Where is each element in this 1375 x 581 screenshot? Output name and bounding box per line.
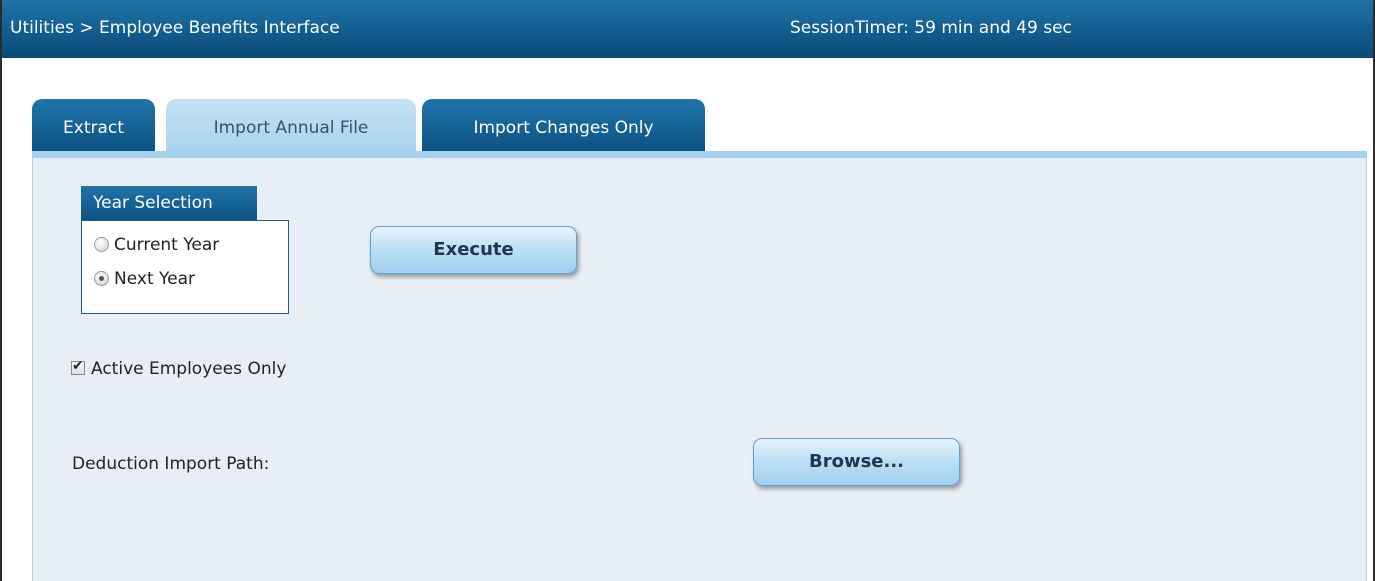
radio-next-year-label: Next Year xyxy=(114,269,195,289)
browse-button[interactable]: Browse... xyxy=(753,438,960,486)
breadcrumb: Utilities > Employee Benefits Interface xyxy=(10,18,340,38)
tab-content-panel: Year Selection Current Year Next Year Ex… xyxy=(32,158,1367,581)
header-bar: Utilities > Employee Benefits Interface … xyxy=(2,0,1373,58)
execute-button[interactable]: Execute xyxy=(370,226,577,274)
checkbox-checked-icon[interactable] xyxy=(71,358,85,375)
deduction-import-path-label: Deduction Import Path: xyxy=(72,454,270,474)
radio-current-year[interactable]: Current Year xyxy=(94,235,219,257)
active-employees-only-label: Active Employees Only xyxy=(91,359,287,379)
app-window: Utilities > Employee Benefits Interface … xyxy=(0,0,1375,581)
year-selection-title: Year Selection xyxy=(81,186,257,220)
tab-extract[interactable]: Extract xyxy=(32,99,155,151)
radio-next-year[interactable]: Next Year xyxy=(94,269,195,291)
radio-checked-icon[interactable] xyxy=(94,271,109,286)
year-selection-options: Current Year Next Year xyxy=(81,220,289,314)
tab-import-changes-only[interactable]: Import Changes Only xyxy=(422,99,705,151)
year-selection-group: Year Selection Current Year Next Year xyxy=(81,186,289,314)
tab-underline xyxy=(32,151,1367,158)
active-employees-only-checkbox[interactable]: Active Employees Only xyxy=(71,358,287,379)
tab-import-annual-file[interactable]: Import Annual File xyxy=(166,99,416,151)
radio-current-year-label: Current Year xyxy=(114,235,220,255)
radio-unchecked-icon[interactable] xyxy=(94,237,109,252)
session-timer: SessionTimer: 59 min and 49 sec xyxy=(790,18,1072,38)
